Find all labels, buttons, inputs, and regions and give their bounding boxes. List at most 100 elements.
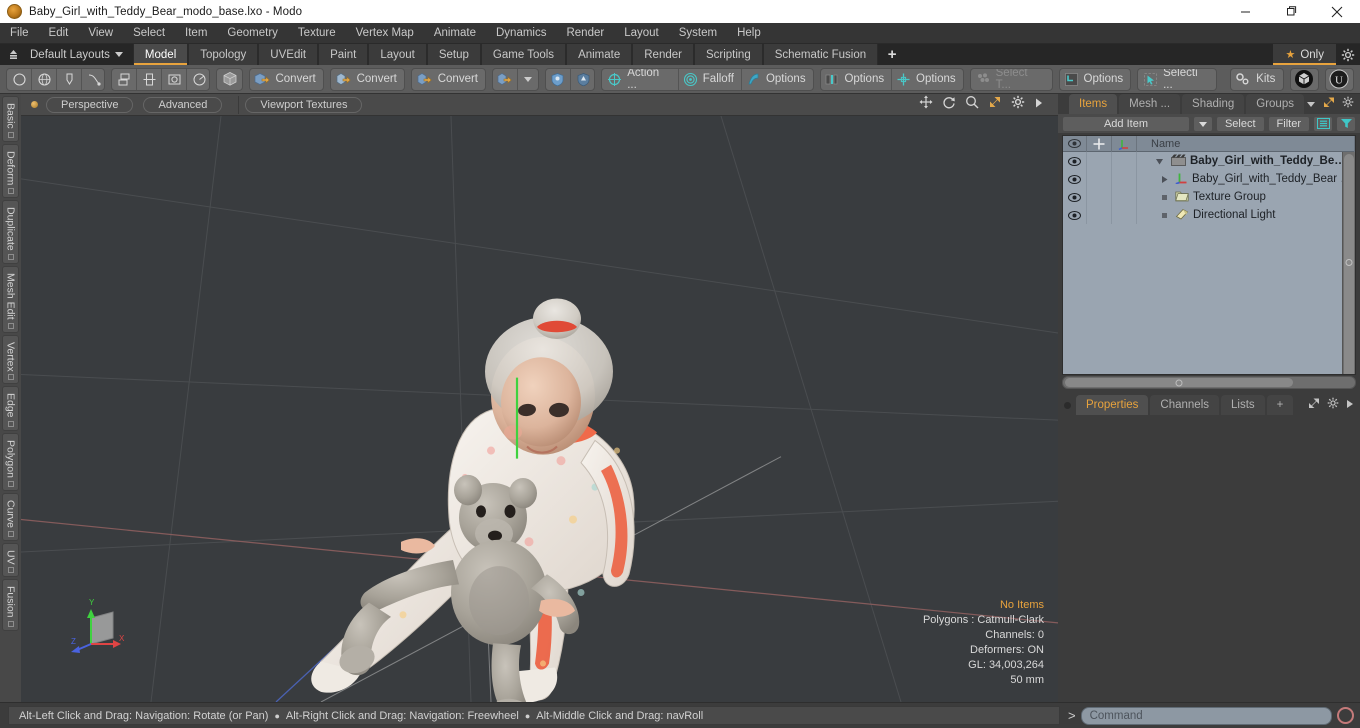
command-input[interactable]: [1080, 706, 1332, 725]
row-xform-cell[interactable]: [1112, 188, 1137, 206]
vtab-vertex[interactable]: Vertex: [2, 334, 19, 385]
bevel-icon[interactable]: [162, 68, 188, 90]
pen-tool-icon[interactable]: [57, 68, 82, 90]
restore-icon[interactable]: [1268, 0, 1314, 23]
kits-icon[interactable]: Kits: [1231, 69, 1283, 90]
tab-schematic-fusion[interactable]: Schematic Fusion: [762, 44, 879, 65]
list-view-icon[interactable]: [1313, 115, 1333, 132]
expand-icon[interactable]: [1308, 396, 1320, 414]
curve-tool-icon[interactable]: [82, 69, 104, 90]
item-list-vertical-scrollbar[interactable]: [1342, 152, 1355, 374]
cube-icon[interactable]: [217, 69, 241, 90]
tab-items[interactable]: Items: [1069, 94, 1118, 114]
vtab-edge[interactable]: Edge: [2, 386, 19, 431]
row-name-cell[interactable]: Directional Light: [1137, 208, 1355, 223]
tab-animate[interactable]: Animate: [566, 44, 633, 65]
gear-icon[interactable]: [1011, 95, 1025, 114]
shield-dark-icon[interactable]: [571, 69, 595, 90]
row-lock-cell[interactable]: [1087, 152, 1112, 170]
falloff-icon[interactable]: Falloff: [679, 68, 742, 90]
row-lock-cell[interactable]: [1087, 170, 1112, 188]
select-button[interactable]: Select: [1215, 115, 1265, 132]
menu-render[interactable]: Render: [556, 23, 614, 44]
vtab-uv[interactable]: UV: [2, 542, 19, 578]
tab-channels[interactable]: Channels: [1150, 395, 1220, 415]
table-row[interactable]: Baby_Girl_with_Teddy_Bear …: [1063, 170, 1355, 188]
tab-setup[interactable]: Setup: [426, 44, 481, 65]
select-through-icon[interactable]: Select T...: [971, 69, 1052, 90]
vtab-fusion[interactable]: Fusion: [2, 579, 19, 631]
tab-scripting[interactable]: Scripting: [693, 44, 763, 65]
add-item-button[interactable]: Add Item: [1062, 115, 1190, 132]
expand-triangle-icon[interactable]: [1139, 157, 1167, 166]
filter-button[interactable]: Filter: [1267, 115, 1310, 132]
menu-file[interactable]: File: [0, 23, 39, 44]
vtab-mesh-edit[interactable]: Mesh Edit: [2, 265, 19, 333]
add-tab-button[interactable]: +: [878, 44, 906, 65]
row-xform-cell[interactable]: [1112, 206, 1137, 224]
row-xform-cell[interactable]: [1112, 152, 1137, 170]
fit-icon[interactable]: [988, 95, 1002, 114]
snapping-options-icon[interactable]: Options: [892, 69, 963, 90]
convert-curve-icon[interactable]: Convert: [331, 69, 404, 90]
expand-icon[interactable]: [1323, 95, 1335, 113]
menu-animate[interactable]: Animate: [424, 23, 486, 44]
vtab-deform[interactable]: Deform: [2, 143, 19, 199]
row-name-cell[interactable]: Baby_Girl_with_Teddy_Be…: [1137, 154, 1355, 169]
row-visibility-eye-icon[interactable]: [1063, 152, 1087, 170]
tab-paint[interactable]: Paint: [318, 44, 369, 65]
3d-viewport[interactable]: Y X Z No Items Polygons : Catmull-Clark …: [21, 116, 1058, 702]
item-list-horizontal-scrollbar[interactable]: [1062, 376, 1356, 389]
add-properties-tab-button[interactable]: +: [1266, 395, 1294, 415]
menu-dynamics[interactable]: Dynamics: [486, 23, 556, 44]
table-row[interactable]: Directional Light: [1063, 206, 1355, 224]
tab-topology[interactable]: Topology: [188, 44, 259, 65]
scrollbar-thumb[interactable]: [1344, 154, 1354, 374]
scrollbar-thumb[interactable]: [1065, 378, 1293, 387]
table-row[interactable]: Baby_Girl_with_Teddy_Be…: [1063, 152, 1355, 170]
table-row[interactable]: Texture Group: [1063, 188, 1355, 206]
record-circle-icon[interactable]: [1337, 707, 1354, 724]
tab-model[interactable]: Model: [132, 44, 189, 65]
menu-view[interactable]: View: [78, 23, 123, 44]
viewport-projection-dropdown[interactable]: Perspective: [46, 96, 134, 113]
menu-help[interactable]: Help: [727, 23, 771, 44]
selection-set-icon[interactable]: Selecti ...: [1138, 69, 1216, 90]
row-name-cell[interactable]: Baby_Girl_with_Teddy_Bear …: [1137, 172, 1355, 187]
home-layout-icon[interactable]: [0, 44, 26, 65]
unreal-badge-icon[interactable]: U: [1326, 69, 1353, 90]
tab-uvedit[interactable]: UVEdit: [258, 44, 319, 65]
convert-surface-icon[interactable]: Convert: [412, 69, 485, 90]
sphere-primitive-icon[interactable]: [32, 68, 57, 90]
shield-blue-icon[interactable]: [546, 68, 571, 90]
mirror-icon[interactable]: [137, 68, 163, 90]
menu-edit[interactable]: Edit: [39, 23, 79, 44]
tab-mesh[interactable]: Mesh ...: [1119, 94, 1181, 114]
workplane-options-icon[interactable]: Options: [821, 68, 893, 90]
pan-icon[interactable]: [919, 95, 933, 114]
action-center-icon[interactable]: Action ...: [602, 68, 679, 90]
convert-extra-icon[interactable]: [493, 68, 518, 90]
viewport-shading-dropdown[interactable]: Advanced: [143, 96, 223, 113]
funnel-icon[interactable]: [1336, 115, 1356, 132]
gear-icon[interactable]: [1342, 95, 1354, 113]
row-lock-cell[interactable]: [1087, 188, 1112, 206]
symmetry-options-icon[interactable]: Options: [742, 69, 813, 90]
tab-shading[interactable]: Shading: [1182, 94, 1245, 114]
row-lock-cell[interactable]: [1087, 206, 1112, 224]
only-toggle-button[interactable]: ★ Only: [1273, 44, 1336, 65]
minimize-icon[interactable]: [1222, 0, 1268, 23]
menu-texture[interactable]: Texture: [288, 23, 346, 44]
row-visibility-eye-icon[interactable]: [1063, 206, 1087, 224]
modo-badge-icon[interactable]: [1291, 69, 1318, 90]
circle-primitive-icon[interactable]: [7, 68, 32, 90]
gear-icon[interactable]: [1327, 396, 1339, 414]
radial-icon[interactable]: [187, 69, 209, 90]
tab-render[interactable]: Render: [632, 44, 694, 65]
collapse-triangle-icon[interactable]: [1157, 175, 1171, 184]
caret-down-icon[interactable]: [1306, 95, 1316, 113]
rotate-icon[interactable]: [942, 95, 956, 114]
row-name-cell[interactable]: Texture Group: [1137, 190, 1355, 205]
close-icon[interactable]: [1314, 0, 1360, 23]
tab-layout[interactable]: Layout: [368, 44, 427, 65]
